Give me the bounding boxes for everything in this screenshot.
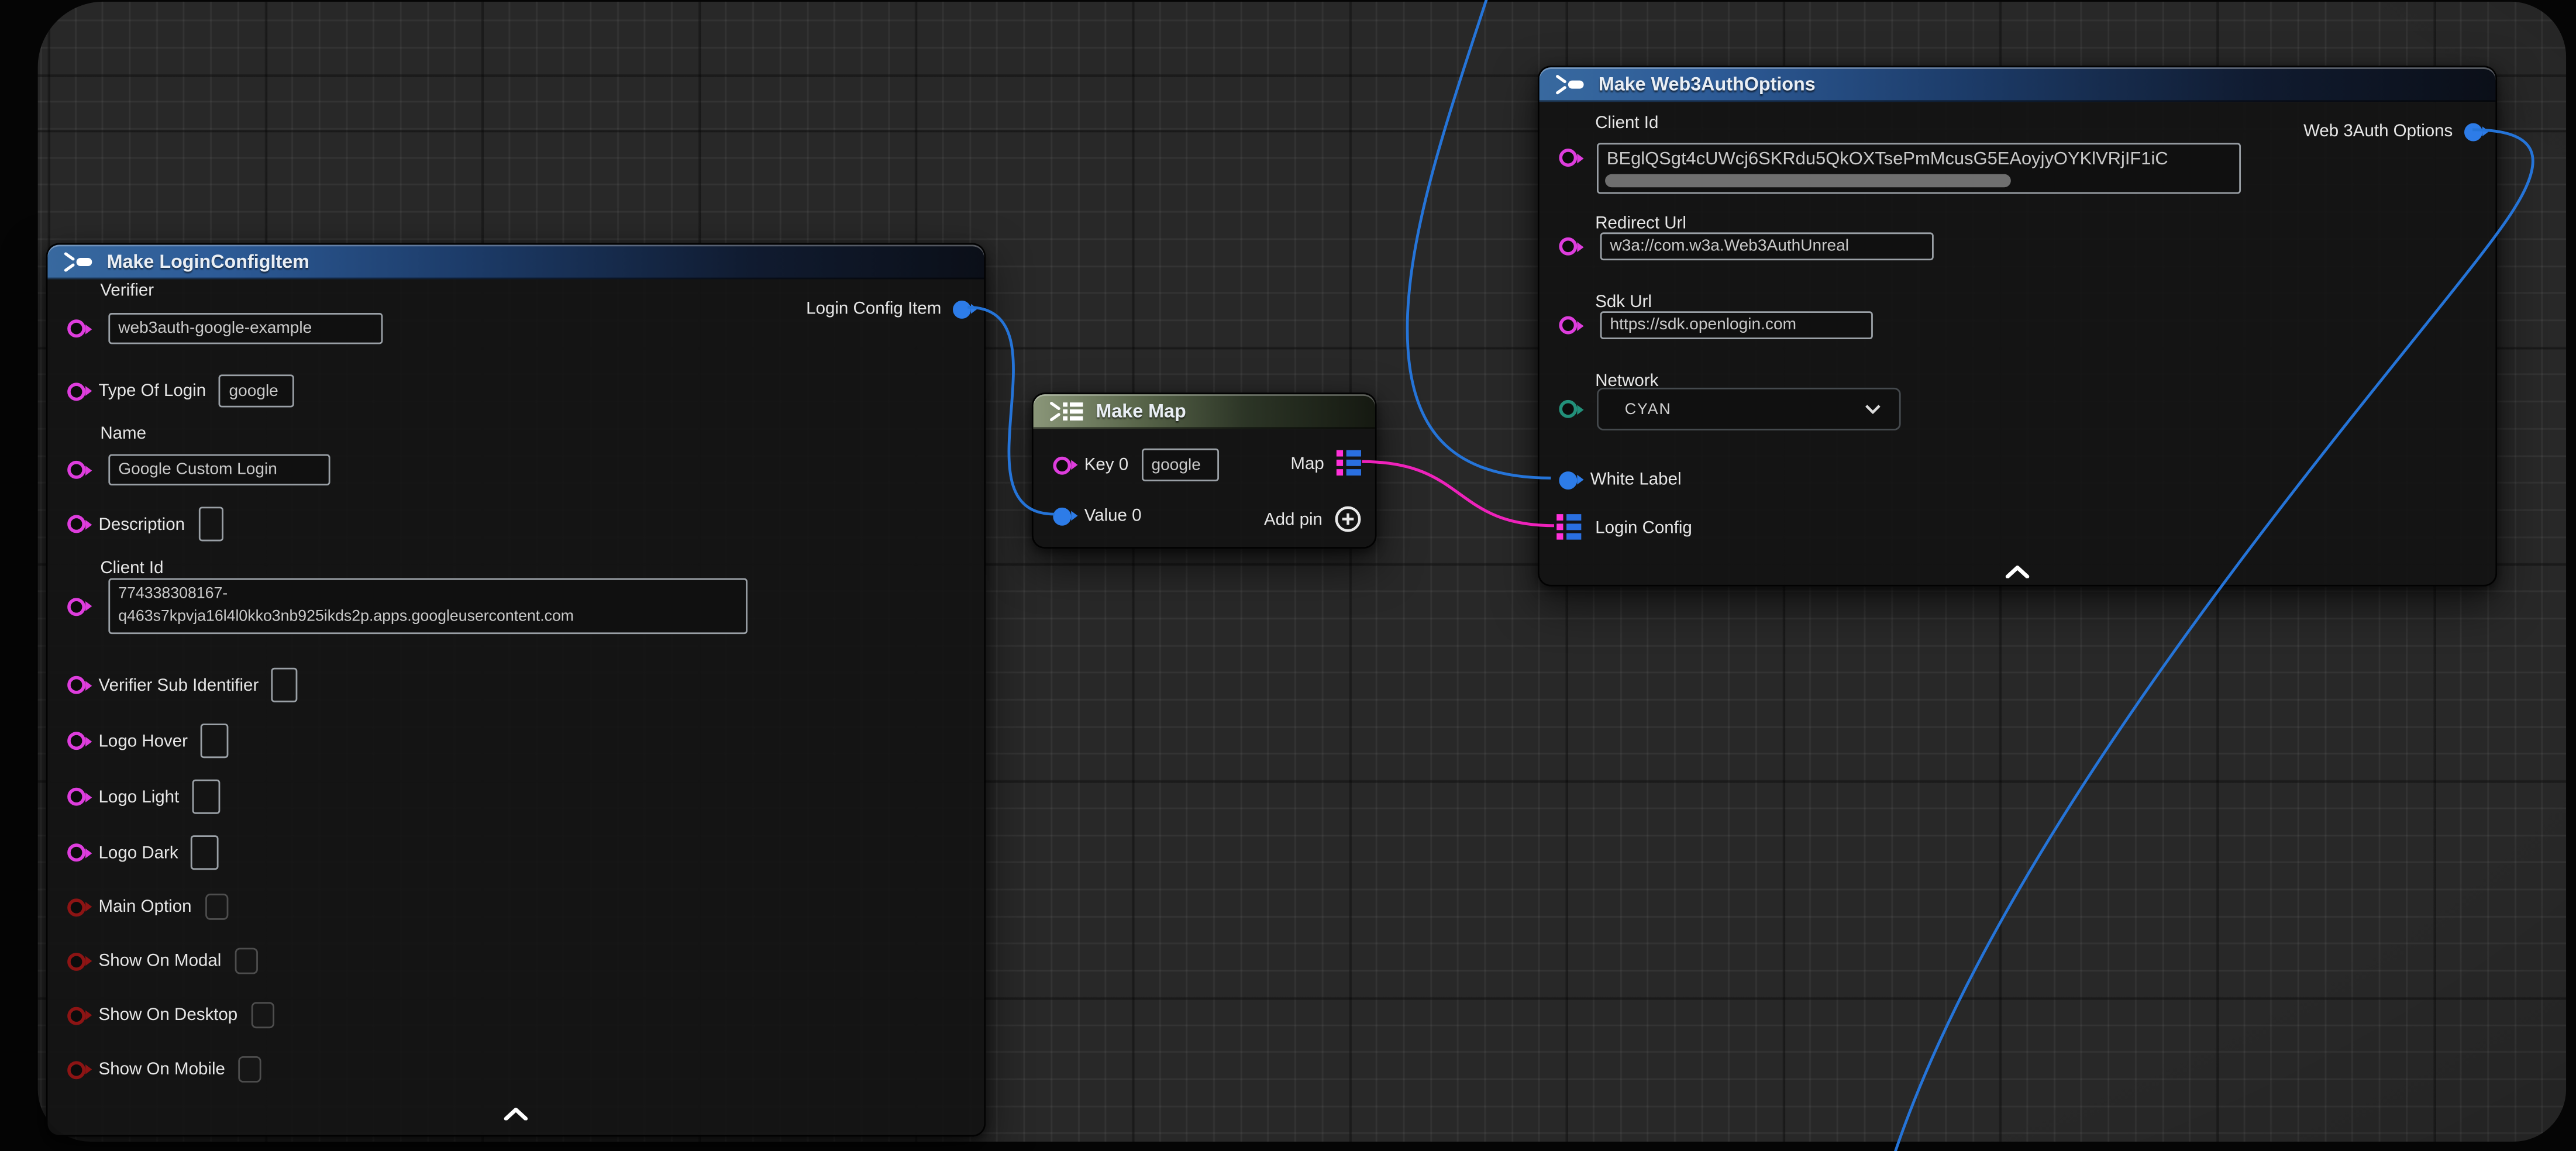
node-make-web3authoptions[interactable]: Make Web3AuthOptions Web 3Auth Options C… [1538, 66, 2497, 586]
node-title: Make Map [1096, 402, 1186, 422]
pin-label: Verifier Sub Identifier [99, 675, 259, 695]
node-header[interactable]: Make Map [1034, 394, 1375, 429]
white-label-pin[interactable] [1559, 471, 1577, 489]
show-on-mobile-pin[interactable] [67, 1060, 85, 1078]
output-pin-label: Login Config Item [806, 299, 941, 319]
name-pin[interactable] [67, 461, 85, 479]
main-option-checkbox[interactable] [205, 894, 228, 920]
verifier-pin[interactable] [67, 319, 85, 337]
dropdown-chevron-icon [1865, 404, 1881, 414]
collapse-chevron-icon[interactable] [2005, 565, 2031, 578]
pin-label: Logo Dark [99, 843, 178, 863]
logo-hover-input[interactable] [201, 723, 229, 758]
logo-light-input[interactable] [192, 780, 221, 814]
verifier-input[interactable]: web3auth-google-example [108, 313, 383, 344]
type-of-login-pin[interactable] [67, 382, 85, 400]
pin-label: Client Id [100, 557, 163, 580]
network-dropdown[interactable]: CYAN [1597, 388, 1901, 430]
type-of-login-input[interactable]: google [219, 374, 295, 407]
show-on-mobile-checkbox[interactable] [238, 1056, 261, 1083]
network-selected-value: CYAN [1625, 400, 1672, 418]
add-pin-label: Add pin [1264, 509, 1323, 529]
show-on-desktop-checkbox[interactable] [251, 1002, 274, 1028]
node-header[interactable]: Make LoginConfigItem [47, 244, 984, 279]
sdk-url-pin[interactable] [1559, 316, 1577, 335]
logo-light-pin[interactable] [67, 788, 85, 806]
logo-dark-input[interactable] [191, 835, 219, 870]
client-id-pin[interactable] [1559, 149, 1577, 167]
pin-label: Client Id [1595, 112, 1658, 135]
redirect-url-pin[interactable] [1559, 237, 1577, 256]
show-on-desktop-pin[interactable] [67, 1006, 85, 1024]
web3auth-options-output-pin[interactable] [2464, 122, 2482, 140]
add-pin-icon[interactable] [1334, 505, 1362, 533]
key0-pin[interactable] [1053, 456, 1071, 474]
value0-pin[interactable] [1053, 506, 1071, 525]
pin-label: Name [100, 422, 146, 445]
network-pin[interactable] [1559, 400, 1577, 418]
pin-label: Key 0 [1084, 455, 1128, 475]
pin-label: Redirect Url [1595, 212, 1686, 235]
client-id-input[interactable]: BEglQSgt4cUWcj6SKRdu5QkOXTsePmMcusG5EAoy… [1597, 143, 2241, 194]
pin-label: Description [99, 514, 185, 534]
make-map-icon [1048, 401, 1084, 422]
node-title: Make LoginConfigItem [107, 252, 309, 272]
sdk-url-input[interactable]: https://sdk.openlogin.com [1600, 311, 1873, 339]
pin-label: White Label [1590, 470, 1682, 490]
name-input[interactable]: Google Custom Login [108, 454, 330, 485]
client-id-line1: 774338308167- [118, 583, 228, 606]
key0-input[interactable]: google [1142, 449, 1219, 481]
redirect-url-input[interactable]: w3a://com.w3a.Web3AuthUnreal [1600, 232, 1934, 260]
map-output-pin[interactable] [1335, 449, 1362, 477]
login-config-map-pin[interactable] [1556, 514, 1582, 542]
node-title: Make Web3AuthOptions [1599, 75, 1816, 95]
pin-label: Logo Light [99, 787, 180, 807]
logo-hover-pin[interactable] [67, 732, 85, 750]
make-struct-icon [63, 251, 95, 273]
pin-label: Sdk Url [1595, 291, 1652, 313]
verifier-sub-identifier-pin[interactable] [67, 676, 85, 694]
output-pin-label: Web 3Auth Options [2303, 122, 2453, 142]
node-header[interactable]: Make Web3AuthOptions [1540, 67, 2496, 102]
pin-label: Show On Mobile [99, 1060, 225, 1080]
show-on-modal-checkbox[interactable] [235, 948, 257, 974]
login-config-item-output-pin[interactable] [953, 300, 971, 318]
pin-label: Show On Desktop [99, 1005, 238, 1025]
pin-label: Show On Modal [99, 951, 222, 971]
description-input[interactable] [198, 506, 223, 541]
client-id-pin[interactable] [67, 597, 85, 615]
description-pin[interactable] [67, 515, 85, 533]
pin-label: Login Config [1595, 518, 1692, 537]
client-id-scrollbar[interactable] [1605, 174, 2011, 187]
pin-label: Main Option [99, 897, 192, 917]
client-id-text: BEglQSgt4cUWcj6SKRdu5QkOXTsePmMcusG5EAoy… [1607, 150, 2236, 170]
blueprint-graph-viewport[interactable]: Make LoginConfigItem Login Config Item V… [0, 0, 2576, 1151]
main-option-pin[interactable] [67, 898, 85, 916]
make-struct-icon [1554, 74, 1587, 95]
client-id-input[interactable]: 774338308167-q463s7kpvja16l4l0kko3nb925i… [108, 578, 748, 634]
client-id-line2: q463s7kpvja16l4l0kko3nb925ikds2p.apps.go… [118, 606, 574, 629]
verifier-sub-identifier-input[interactable] [272, 668, 298, 702]
logo-dark-pin[interactable] [67, 843, 85, 861]
node-make-loginconfigitem[interactable]: Make LoginConfigItem Login Config Item V… [46, 243, 986, 1137]
node-make-map[interactable]: Make Map Key 0 google Map Value 0 Add pi… [1032, 392, 1377, 549]
pin-label: Verifier [100, 279, 154, 302]
output-pin-label: Map [1290, 453, 1324, 473]
pin-label: Type Of Login [99, 381, 206, 401]
pin-label: Logo Hover [99, 731, 188, 751]
show-on-modal-pin[interactable] [67, 952, 85, 970]
collapse-chevron-icon[interactable] [502, 1107, 529, 1120]
pin-label: Value 0 [1084, 506, 1142, 526]
